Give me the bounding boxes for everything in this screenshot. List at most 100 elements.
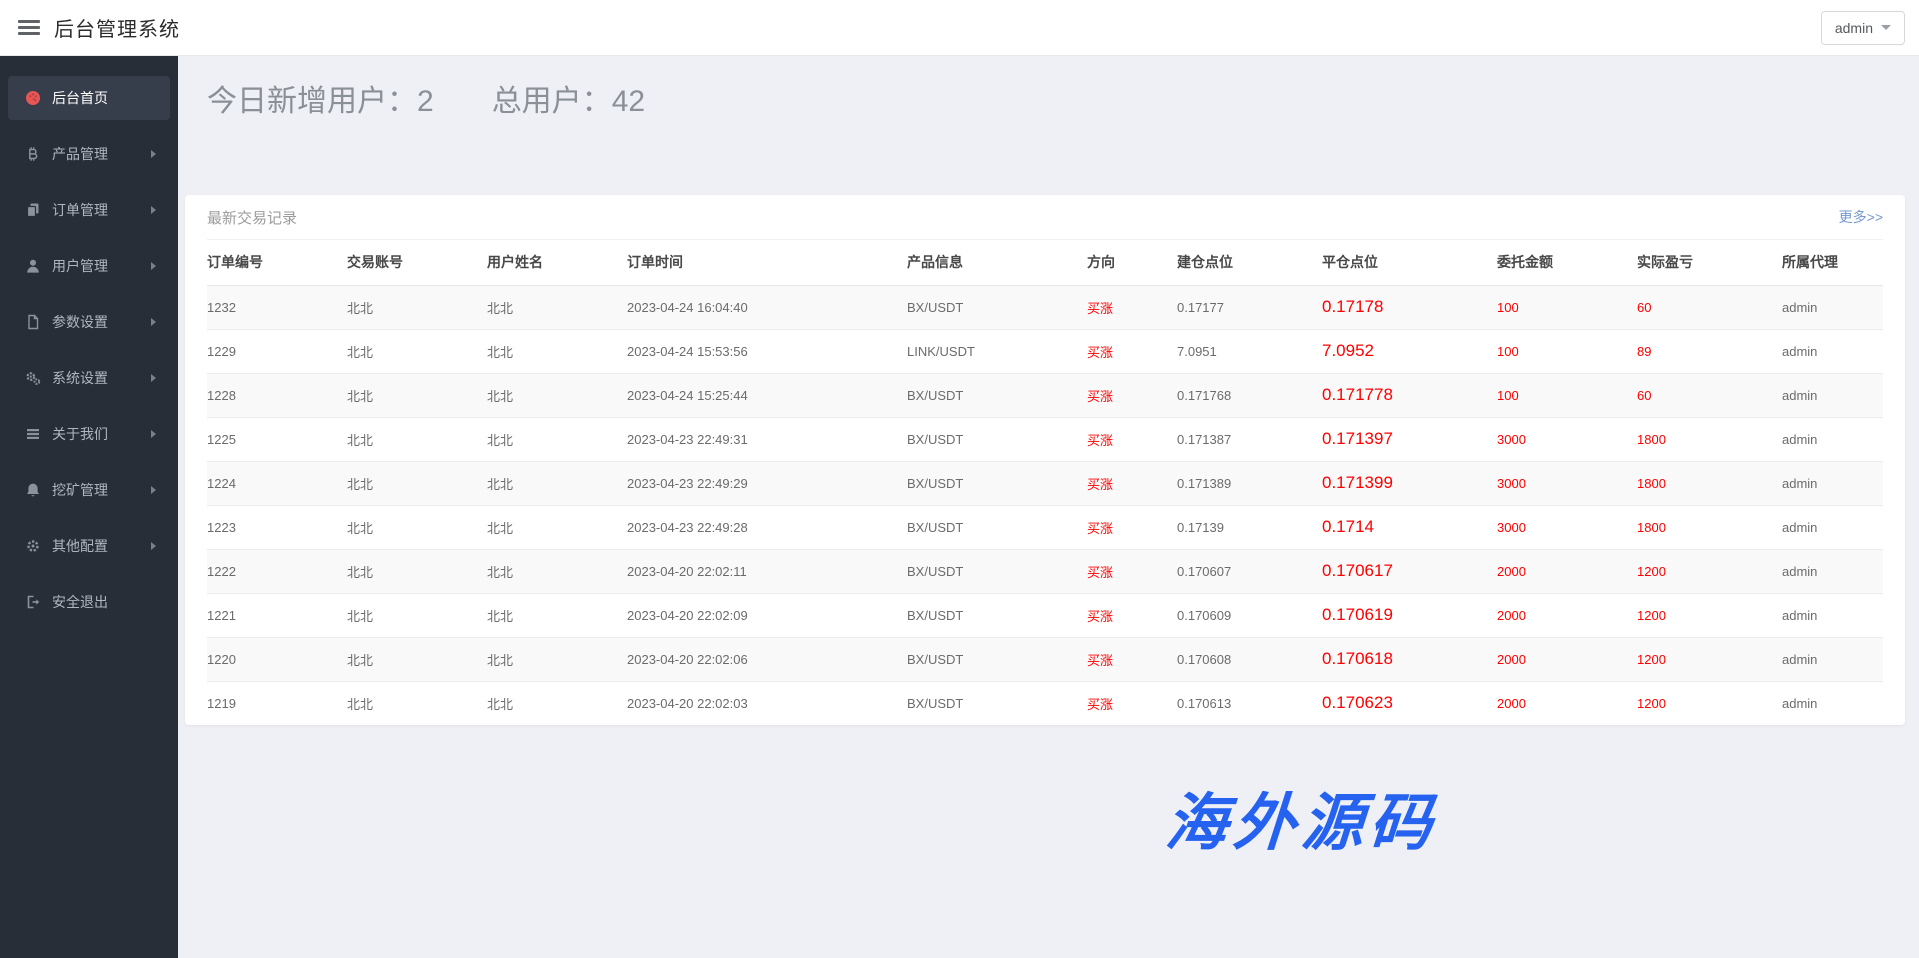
chevron-right-icon — [151, 542, 156, 550]
table-cell: 2023-04-24 15:53:56 — [627, 329, 907, 373]
table-cell: 北北 — [487, 329, 627, 373]
sidebar-item-other[interactable]: 其他配置 — [8, 524, 170, 568]
table-cell: 60 — [1637, 285, 1782, 329]
table-cell: 买涨 — [1087, 461, 1177, 505]
table-cell: 北北 — [347, 373, 487, 417]
column-header: 方向 — [1087, 240, 1177, 285]
table-cell: 北北 — [487, 549, 627, 593]
trades-card-title: 最新交易记录 — [207, 207, 297, 228]
table-cell: 北北 — [487, 593, 627, 637]
trades-card-header: 最新交易记录 更多>> — [207, 195, 1883, 240]
table-cell: 买涨 — [1087, 505, 1177, 549]
table-cell: admin — [1782, 461, 1883, 505]
table-cell: 北北 — [487, 681, 627, 725]
table-cell: BX/USDT — [907, 637, 1087, 681]
column-header: 实际盈亏 — [1637, 240, 1782, 285]
table-cell: 买涨 — [1087, 417, 1177, 461]
table-cell: 3000 — [1497, 505, 1637, 549]
sidebar-item-users[interactable]: 用户管理 — [8, 244, 170, 288]
table-cell: 2023-04-23 22:49:31 — [627, 417, 907, 461]
table-cell: 买涨 — [1087, 637, 1177, 681]
table-row: 1220北北北北2023-04-20 22:02:06BX/USDT买涨0.17… — [207, 637, 1883, 681]
table-cell: 北北 — [347, 417, 487, 461]
table-cell: 1222 — [207, 549, 347, 593]
table-cell: 买涨 — [1087, 549, 1177, 593]
new-users-value: 2 — [417, 85, 434, 118]
chevron-right-icon — [151, 206, 156, 214]
table-cell: 0.171768 — [1177, 373, 1322, 417]
table-cell: 北北 — [347, 637, 487, 681]
table-cell: 1220 — [207, 637, 347, 681]
table-row: 1224北北北北2023-04-23 22:49:29BX/USDT买涨0.17… — [207, 461, 1883, 505]
table-cell: 2023-04-24 16:04:40 — [627, 285, 907, 329]
table-cell: 2023-04-23 22:49:29 — [627, 461, 907, 505]
table-cell: 0.171387 — [1177, 417, 1322, 461]
menu-toggle-icon[interactable] — [18, 17, 40, 38]
dashboard-icon — [24, 90, 41, 107]
table-cell: admin — [1782, 593, 1883, 637]
table-cell: BX/USDT — [907, 285, 1087, 329]
table-cell: admin — [1782, 285, 1883, 329]
list-icon — [24, 426, 41, 443]
column-header: 产品信息 — [907, 240, 1087, 285]
more-link[interactable]: 更多>> — [1839, 207, 1883, 227]
sidebar-item-orders[interactable]: 订单管理 — [8, 188, 170, 232]
sidebar-item-home[interactable]: 后台首页 — [8, 76, 170, 120]
table-cell: 买涨 — [1087, 373, 1177, 417]
table-cell: 2023-04-20 22:02:06 — [627, 637, 907, 681]
table-cell: 1223 — [207, 505, 347, 549]
table-row: 1221北北北北2023-04-20 22:02:09BX/USDT买涨0.17… — [207, 593, 1883, 637]
table-cell: 0.17139 — [1177, 505, 1322, 549]
column-header: 用户姓名 — [487, 240, 627, 285]
sidebar-menu: 后台首页产品管理订单管理用户管理参数设置系统设置关于我们挖矿管理其他配置安全退出 — [0, 76, 178, 624]
table-cell: LINK/USDT — [907, 329, 1087, 373]
table-cell: 1225 — [207, 417, 347, 461]
table-cell: 2000 — [1497, 593, 1637, 637]
chevron-right-icon — [151, 430, 156, 438]
table-cell: 2000 — [1497, 637, 1637, 681]
sidebar-item-about[interactable]: 关于我们 — [8, 412, 170, 456]
sidebar-item-logout[interactable]: 安全退出 — [8, 580, 170, 624]
main-content: 今日新增用户：2总用户：42 最新交易记录 更多>> 订单编号交易账号用户姓名订… — [178, 56, 1919, 958]
table-cell: 1800 — [1637, 417, 1782, 461]
table-cell: 买涨 — [1087, 329, 1177, 373]
sidebar-item-products[interactable]: 产品管理 — [8, 132, 170, 176]
user-stats: 今日新增用户：2总用户：42 — [207, 84, 1919, 120]
table-header-row: 订单编号交易账号用户姓名订单时间产品信息方向建仓点位平仓点位委托金额实际盈亏所属… — [207, 240, 1883, 285]
column-header: 建仓点位 — [1177, 240, 1322, 285]
table-cell: 2023-04-20 22:02:03 — [627, 681, 907, 725]
table-cell: 1221 — [207, 593, 347, 637]
table-cell: BX/USDT — [907, 549, 1087, 593]
sidebar-item-system[interactable]: 系统设置 — [8, 356, 170, 400]
table-row: 1228北北北北2023-04-24 15:25:44BX/USDT买涨0.17… — [207, 373, 1883, 417]
sidebar-item-params[interactable]: 参数设置 — [8, 300, 170, 344]
table-cell: 2023-04-20 22:02:11 — [627, 549, 907, 593]
table-cell: 北北 — [347, 681, 487, 725]
table-cell: 0.170613 — [1177, 681, 1322, 725]
table-cell: 0.171399 — [1322, 461, 1497, 505]
user-menu-button[interactable]: admin — [1821, 11, 1905, 45]
table-cell: 北北 — [347, 505, 487, 549]
column-header: 委托金额 — [1497, 240, 1637, 285]
table-cell: 0.170609 — [1177, 593, 1322, 637]
table-cell: 0.1714 — [1322, 505, 1497, 549]
table-cell: 1800 — [1637, 505, 1782, 549]
table-cell: 北北 — [487, 637, 627, 681]
table-cell: 0.171397 — [1322, 417, 1497, 461]
sidebar-item-mining[interactable]: 挖矿管理 — [8, 468, 170, 512]
user-icon — [24, 258, 41, 275]
table-cell: 北北 — [347, 329, 487, 373]
table-cell: 北北 — [487, 505, 627, 549]
table-cell: 1200 — [1637, 549, 1782, 593]
sidebar-item-label: 系统设置 — [52, 368, 108, 388]
chevron-down-icon — [1881, 25, 1891, 30]
table-cell: 北北 — [347, 285, 487, 329]
table-cell: 1200 — [1637, 593, 1782, 637]
table-cell: 0.170618 — [1322, 637, 1497, 681]
table-row: 1232北北北北2023-04-24 16:04:40BX/USDT买涨0.17… — [207, 285, 1883, 329]
table-cell: 0.171389 — [1177, 461, 1322, 505]
table-cell: 7.0951 — [1177, 329, 1322, 373]
sidebar-item-label: 参数设置 — [52, 312, 108, 332]
trades-table: 订单编号交易账号用户姓名订单时间产品信息方向建仓点位平仓点位委托金额实际盈亏所属… — [207, 240, 1883, 725]
table-cell: 0.17178 — [1322, 285, 1497, 329]
